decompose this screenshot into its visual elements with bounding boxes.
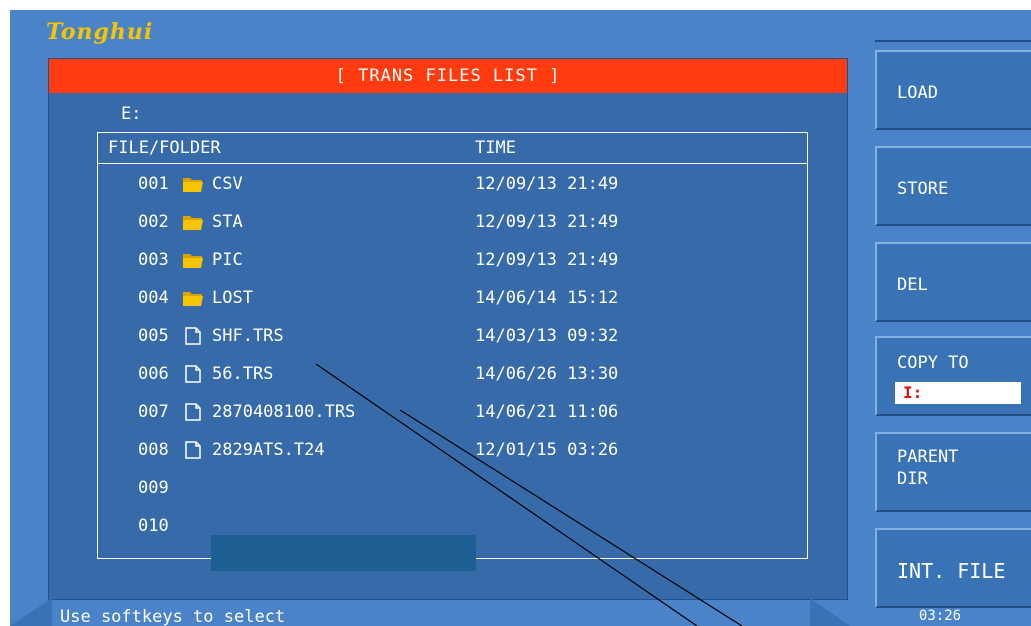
callout-lines (315, 363, 743, 626)
callout-line (315, 363, 698, 626)
callout-line (399, 409, 743, 626)
